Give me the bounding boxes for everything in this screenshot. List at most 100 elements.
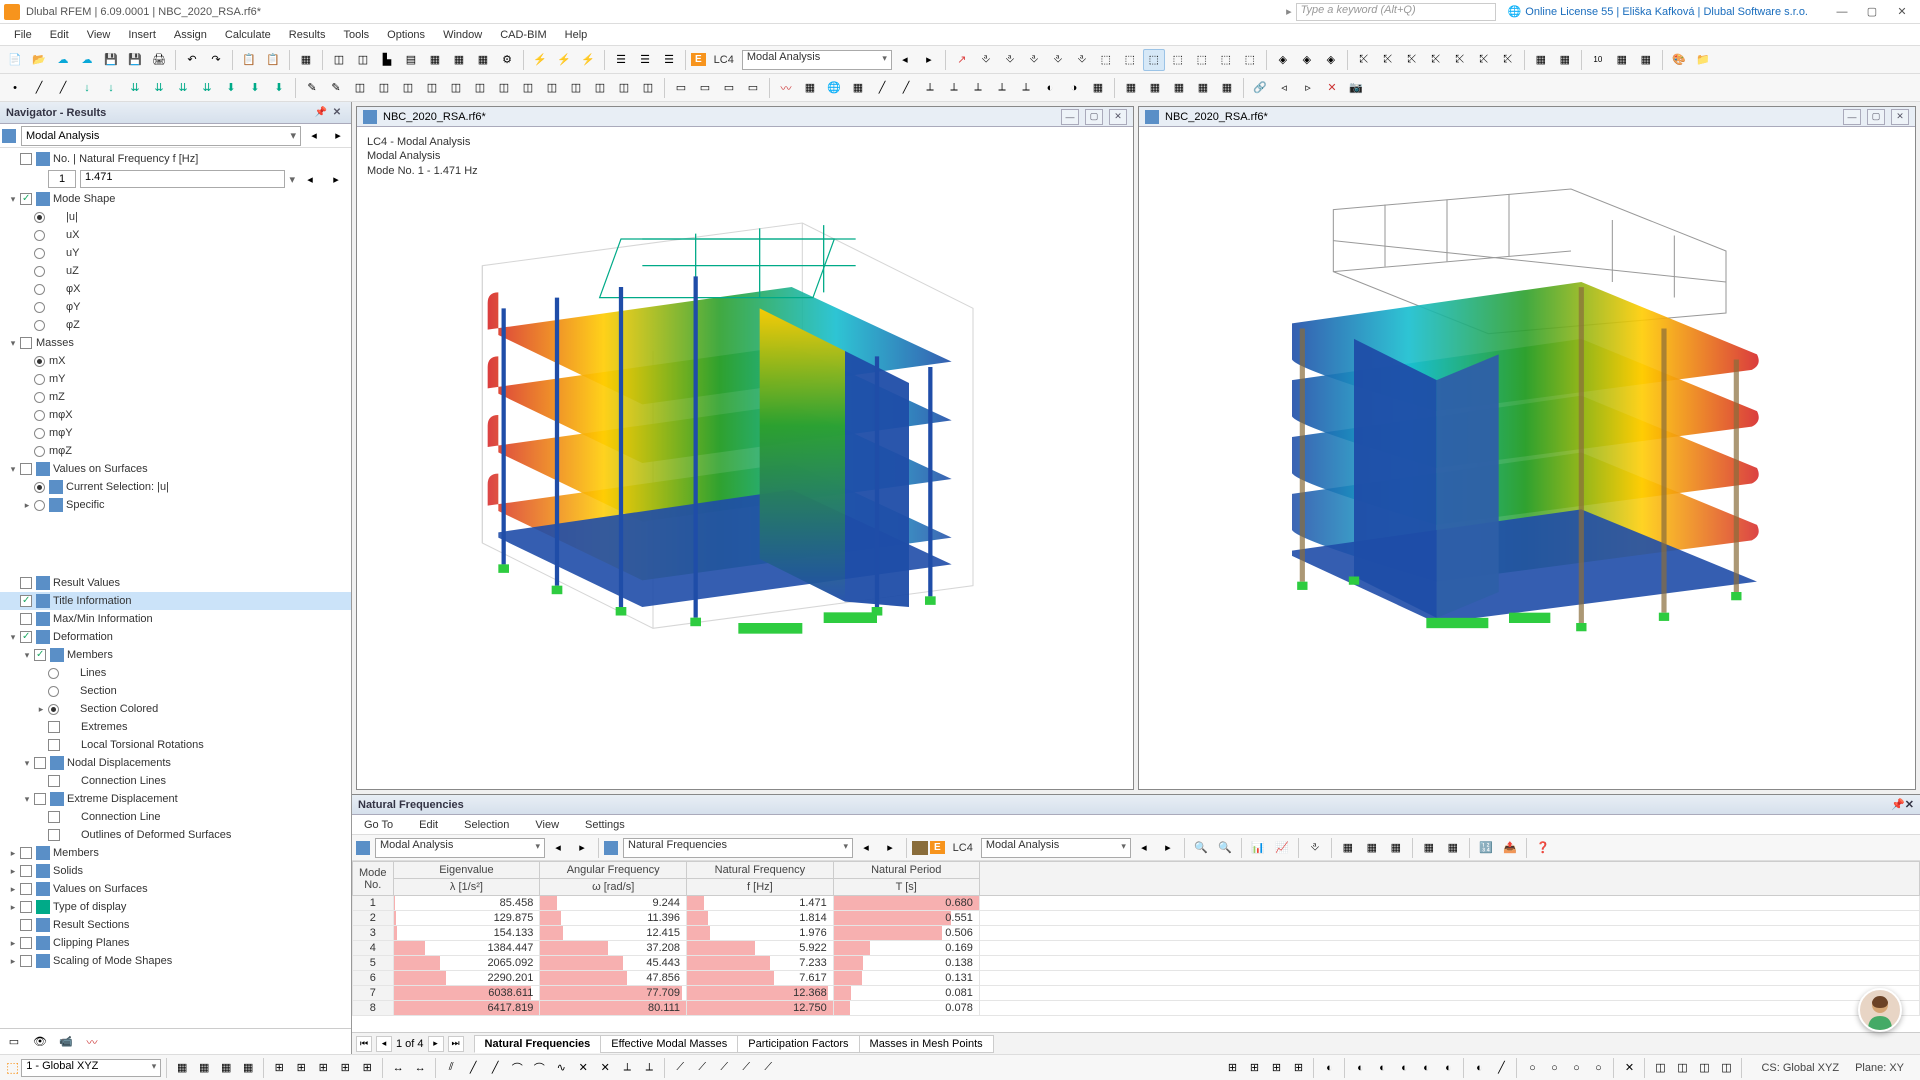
bp-tool5-icon[interactable]: ⎀ <box>1304 837 1326 859</box>
vp-max-icon[interactable]: ▢ <box>1867 109 1885 125</box>
stop-icon[interactable]: ✕ <box>1321 77 1343 99</box>
tab-natural-frequencies[interactable]: Natural Frequencies <box>474 1035 602 1053</box>
load6-icon[interactable]: ⇊ <box>196 77 218 99</box>
res3-icon[interactable]: 🌐 <box>823 77 845 99</box>
cube2-icon[interactable]: ⬚ <box>1119 49 1141 71</box>
bp-prev1-icon[interactable]: ◂ <box>547 837 569 859</box>
nav-tab3-icon[interactable]: 📹 <box>56 1032 76 1052</box>
res5-icon[interactable]: ╱ <box>871 77 893 99</box>
tree-section[interactable]: Section <box>0 682 351 700</box>
tree-phx[interactable]: φX <box>0 280 351 298</box>
vp-max-icon[interactable]: ▢ <box>1085 109 1103 125</box>
edit9-icon[interactable]: ◫ <box>493 77 515 99</box>
maximize-button[interactable]: ▢ <box>1858 2 1886 22</box>
member-icon[interactable]: ╱ <box>52 77 74 99</box>
cube7-icon[interactable]: ⬚ <box>1239 49 1261 71</box>
sb8-icon[interactable]: ⊞ <box>335 1058 355 1078</box>
bp-export-icon[interactable]: 📤 <box>1499 837 1521 859</box>
axis2-icon[interactable]: ⤪ <box>1377 49 1399 71</box>
keyword-search-input[interactable]: Type a keyword (Alt+Q) <box>1296 3 1496 21</box>
tree-masses[interactable]: ▾Masses <box>0 334 351 352</box>
pager-next-icon[interactable]: ▸ <box>428 1036 444 1052</box>
tree-phz[interactable]: φZ <box>0 316 351 334</box>
bp-tool1-icon[interactable]: 🔍 <box>1190 837 1212 859</box>
tree-nodal-disp[interactable]: ▾Nodal Displacements <box>0 754 351 772</box>
sb12-icon[interactable]: ⫽ <box>441 1058 461 1078</box>
layers-icon[interactable]: ▦ <box>424 49 446 71</box>
res7-icon[interactable]: ⟂ <box>919 77 941 99</box>
edit6-icon[interactable]: ◫ <box>421 77 443 99</box>
sb23-icon[interactable]: ⟋ <box>692 1058 712 1078</box>
edit5-icon[interactable]: ◫ <box>397 77 419 99</box>
tree-type-display[interactable]: ▸Type of display <box>0 898 351 916</box>
edit13-icon[interactable]: ◫ <box>589 77 611 99</box>
bp-next2-icon[interactable]: ▸ <box>879 837 901 859</box>
vcube3-icon[interactable]: ◈ <box>1320 49 1342 71</box>
edit8-icon[interactable]: ◫ <box>469 77 491 99</box>
tree-section-colored[interactable]: ▸Section Colored <box>0 700 351 718</box>
sbr2-icon[interactable]: ⊞ <box>1244 1058 1264 1078</box>
arrow-icon[interactable]: ↗ <box>951 49 973 71</box>
saveall-icon[interactable]: 💾 <box>124 49 146 71</box>
tree-conn-lines[interactable]: Connection Lines <box>0 772 351 790</box>
sb16-icon[interactable]: ⌒ <box>529 1058 549 1078</box>
sb24-icon[interactable]: ⟋ <box>714 1058 734 1078</box>
res14-icon[interactable]: ▦ <box>1087 77 1109 99</box>
edit11-icon[interactable]: ◫ <box>541 77 563 99</box>
bolt-icon[interactable]: ⚡ <box>529 49 551 71</box>
res2-icon[interactable]: ▦ <box>799 77 821 99</box>
sel2-icon[interactable]: ▭ <box>694 77 716 99</box>
tree-extremes[interactable]: Extremes <box>0 718 351 736</box>
list1-icon[interactable]: ☰ <box>610 49 632 71</box>
load5-icon[interactable]: ⇊ <box>172 77 194 99</box>
nav-tab2-icon[interactable]: 👁 <box>30 1032 50 1052</box>
sb19-icon[interactable]: ✕ <box>595 1058 615 1078</box>
tree-freq-label[interactable]: No. | Natural Frequency f [Hz] <box>0 150 351 168</box>
edit4-icon[interactable]: ◫ <box>373 77 395 99</box>
nav-pin-icon[interactable]: 📌 <box>313 105 329 121</box>
col-mode[interactable]: ModeNo. <box>353 862 394 896</box>
freq-value[interactable]: 1.471 <box>80 170 285 188</box>
sb1-icon[interactable]: ▦ <box>172 1058 192 1078</box>
vp-close-icon[interactable]: ✕ <box>1891 109 1909 125</box>
tree-members2[interactable]: ▸Members <box>0 844 351 862</box>
bp-tool10-icon[interactable]: ▦ <box>1442 837 1464 859</box>
nav-combo-analysis[interactable]: Modal Analysis▾ <box>21 126 301 146</box>
sbr8-icon[interactable]: ◐ <box>1394 1058 1414 1078</box>
load8-icon[interactable]: ⬇ <box>244 77 266 99</box>
sbr17-icon[interactable]: ✕ <box>1619 1058 1639 1078</box>
vp-min-icon[interactable]: — <box>1061 109 1079 125</box>
bp-next1-icon[interactable]: ▸ <box>571 837 593 859</box>
tree-maxmin[interactable]: Max/Min Information <box>0 610 351 628</box>
sb17-icon[interactable]: ∿ <box>551 1058 571 1078</box>
viewport-right[interactable]: NBC_2020_RSA.rf6* — ▢ ✕ <box>1138 106 1916 790</box>
tree-title-info[interactable]: Title Information <box>0 592 351 610</box>
col-nat-h1[interactable]: Natural Frequency <box>687 862 834 879</box>
next-lc-icon[interactable]: ▸ <box>918 49 940 71</box>
calc-icon[interactable]: ▦ <box>295 49 317 71</box>
table-row[interactable]: 6 2290.201 47.856 7.617 0.131 <box>353 971 1920 986</box>
res12-icon[interactable]: ◐ <box>1039 77 1061 99</box>
v3-icon[interactable]: ▦ <box>1611 49 1633 71</box>
tree-conn-line[interactable]: Connection Line <box>0 808 351 826</box>
cube5-icon[interactable]: ⬚ <box>1191 49 1213 71</box>
sbr11-icon[interactable]: ◐ <box>1469 1058 1489 1078</box>
sb11-icon[interactable]: ↔ <box>410 1058 430 1078</box>
menu-assign[interactable]: Assign <box>166 27 215 43</box>
bp-menu-edit[interactable]: Edit <box>411 817 446 833</box>
res10-icon[interactable]: ⟂ <box>991 77 1013 99</box>
tree-phy[interactable]: φY <box>0 298 351 316</box>
sel3-icon[interactable]: ▭ <box>718 77 740 99</box>
pager-prev-icon[interactable]: ◂ <box>376 1036 392 1052</box>
menu-edit[interactable]: Edit <box>42 27 77 43</box>
sb6-icon[interactable]: ⊞ <box>291 1058 311 1078</box>
bp-menu-selection[interactable]: Selection <box>456 817 517 833</box>
sbr18-icon[interactable]: ◫ <box>1650 1058 1670 1078</box>
sel1-icon[interactable]: ▭ <box>670 77 692 99</box>
menu-file[interactable]: File <box>6 27 40 43</box>
tree-cur-sel[interactable]: Current Selection: |u| <box>0 478 351 496</box>
sb22-icon[interactable]: ⟋ <box>670 1058 690 1078</box>
window2-icon[interactable]: ◫ <box>352 49 374 71</box>
col-eigen-h1[interactable]: Eigenvalue <box>393 862 540 879</box>
tree-deformation[interactable]: ▾Deformation <box>0 628 351 646</box>
